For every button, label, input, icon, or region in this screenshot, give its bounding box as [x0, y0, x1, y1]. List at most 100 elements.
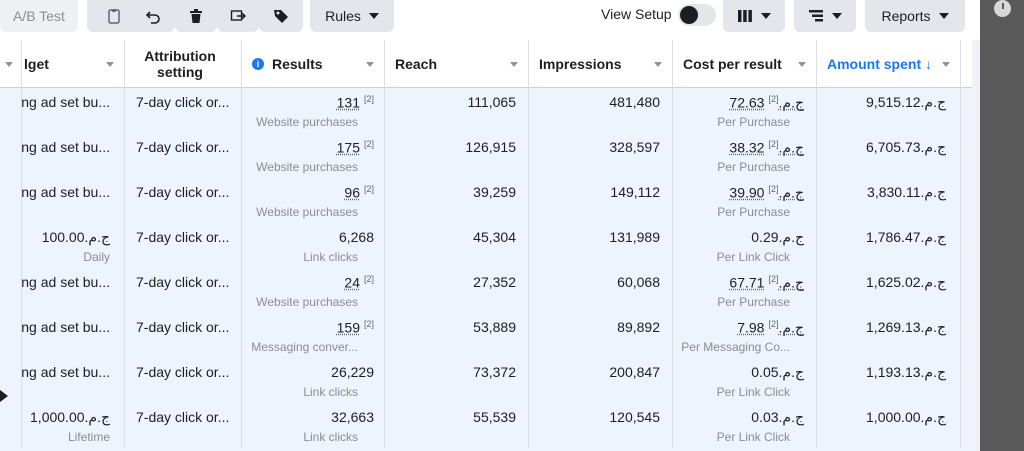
column-header-impressions[interactable]: Impressions	[529, 40, 673, 88]
ab-test-label: A/B Test	[13, 8, 65, 24]
cost-number[interactable]: 72.63ج.م.‏	[729, 95, 804, 111]
attribution-value: 7-day click or...	[136, 184, 230, 200]
results-number[interactable]: 24	[344, 275, 360, 291]
results-type: Website purchases	[256, 295, 358, 309]
reach-value: 39,259	[473, 184, 516, 200]
results-number[interactable]: 96	[344, 185, 360, 201]
column-header-cost-per-result[interactable]: Cost per result	[673, 40, 817, 88]
table-row[interactable]: ng ad set bu... 7-day click or... 131 [2]…	[0, 88, 972, 133]
cell-results: 96 [2] Website purchases	[242, 178, 385, 223]
column-header-label: Results	[272, 56, 323, 72]
column-header-results[interactable]: i Results	[242, 40, 385, 88]
mouse-cursor-icon	[0, 390, 8, 402]
delete-button[interactable]	[175, 0, 217, 32]
cell-impressions: 120,545	[529, 403, 673, 448]
cell-reach: 55,539	[385, 403, 529, 448]
reach-value: 27,352	[473, 274, 516, 290]
table-row[interactable]: ng ad set bu... 7-day click or... 175 [2]…	[0, 133, 972, 178]
cost-number[interactable]: 0.03ج.م.‏	[751, 409, 804, 425]
cost-number[interactable]: 67.71ج.م.‏	[729, 275, 804, 291]
table-row[interactable]: ng ad set bu... 7-day click or... 26,229…	[0, 358, 972, 403]
info-icon[interactable]: i	[252, 58, 264, 70]
table-row[interactable]: 100.00ج.م.‏ Daily 7-day click or... 6,26…	[0, 223, 972, 268]
table-row[interactable]: 1,000.00ج.م.‏ Lifetime 7-day click or...…	[0, 403, 972, 448]
column-header-budget[interactable]: lget	[22, 40, 125, 88]
ab-test-button[interactable]: A/B Test	[0, 0, 78, 32]
cost-number[interactable]: 39.90ج.م.‏	[729, 185, 804, 201]
budget-value: ng ad set bu...	[21, 94, 110, 110]
cell-reach: 27,352	[385, 268, 529, 313]
cell-attribution: 7-day click or...	[125, 88, 242, 133]
cost-value: 0.05ج.م.‏	[751, 364, 804, 381]
columns-dropdown[interactable]	[723, 0, 785, 32]
impressions-value: 60,068	[617, 274, 660, 290]
rules-dropdown[interactable]: Rules	[310, 0, 394, 32]
cell-attribution: 7-day click or...	[125, 223, 242, 268]
view-setup-toggle[interactable]	[678, 4, 716, 26]
results-value: 32,663	[331, 409, 374, 425]
column-header-reach[interactable]: Reach	[385, 40, 529, 88]
reach-value: 45,304	[473, 229, 516, 245]
cell-next	[961, 358, 972, 403]
column-header-amount-spent[interactable]: Amount spent ↓	[817, 40, 961, 88]
columns-icon	[738, 10, 752, 22]
cell-budget: ng ad set bu...	[21, 178, 125, 223]
column-header-label: Reach	[395, 56, 438, 72]
breakdown-dropdown[interactable]	[794, 0, 856, 32]
cost-number[interactable]: 38.32ج.م.‏	[729, 140, 804, 156]
amount-spent-value: 3,830.11ج.م.‏	[867, 184, 946, 200]
attribution-value: 7-day click or...	[136, 274, 230, 290]
column-header-attribution[interactable]: Attribution setting	[125, 40, 242, 88]
impressions-value: 89,892	[617, 319, 660, 335]
results-number[interactable]: 159	[337, 320, 360, 336]
cost-number[interactable]: 0.05ج.م.‏	[751, 364, 804, 380]
cost-type: Per Link Click	[716, 430, 790, 444]
table-row[interactable]: ng ad set bu... 7-day click or... 96 [2] …	[0, 178, 972, 223]
reports-dropdown[interactable]: Reports	[865, 0, 965, 32]
column-header-prev[interactable]	[0, 40, 22, 88]
table-header: lget Attribution setting i Results Reach…	[0, 40, 972, 88]
cell-amount-spent: 1,269.13ج.م.‏	[817, 313, 961, 358]
impressions-value: 120,545	[609, 409, 660, 425]
cell-prev	[0, 223, 22, 268]
amount-spent-value: 6,705.73ج.م.‏	[866, 139, 946, 155]
cell-results: 6,268 Link clicks	[242, 223, 385, 268]
cost-type: Per Purchase	[717, 205, 790, 219]
cell-impressions: 60,068	[529, 268, 673, 313]
cost-type: Per Purchase	[717, 115, 790, 129]
budget-value: ng ad set bu...	[21, 364, 110, 380]
cell-next	[961, 268, 972, 313]
attribution-value: 7-day click or...	[136, 94, 230, 110]
undo-button[interactable]	[131, 0, 175, 32]
column-header-label: Attribution setting	[144, 48, 216, 80]
tag-button[interactable]	[259, 0, 303, 32]
results-value: 6,268	[339, 229, 374, 245]
cell-next	[961, 88, 972, 133]
results-footnote: [2]	[363, 139, 374, 149]
cell-budget: ng ad set bu...	[21, 268, 125, 313]
results-number[interactable]: 26,229	[331, 364, 374, 380]
cell-next	[961, 223, 972, 268]
reach-value: 73,372	[473, 364, 516, 380]
attribution-value: 7-day click or...	[136, 319, 230, 335]
table-row[interactable]: ng ad set bu... 7-day click or... 24 [2] …	[0, 268, 972, 313]
cost-value: 7.98ج.م.‏[2]	[737, 319, 804, 337]
cell-impressions: 328,597	[529, 133, 673, 178]
column-header-next[interactable]	[961, 40, 972, 88]
export-button[interactable]	[217, 0, 259, 32]
amount-spent-value: 1,625.02ج.م.‏	[866, 274, 946, 290]
reach-value: 111,065	[467, 94, 516, 110]
results-number[interactable]: 6,268	[339, 229, 374, 245]
table-row[interactable]: ng ad set bu... 7-day click or... 159 [2]…	[0, 313, 972, 358]
budget-value: ng ad set bu...	[21, 139, 110, 155]
results-number[interactable]: 131	[337, 95, 360, 111]
cost-number[interactable]: 0.29ج.م.‏	[751, 229, 804, 245]
clock-icon[interactable]	[994, 0, 1011, 17]
results-number[interactable]: 32,663	[331, 409, 374, 425]
chevron-down-icon	[832, 13, 842, 19]
undo-icon	[145, 11, 160, 24]
results-value: 131 [2]	[337, 94, 374, 111]
cell-results: 26,229 Link clicks	[242, 358, 385, 403]
results-number[interactable]: 175	[337, 140, 360, 156]
cost-value: 0.03ج.م.‏	[751, 409, 804, 426]
